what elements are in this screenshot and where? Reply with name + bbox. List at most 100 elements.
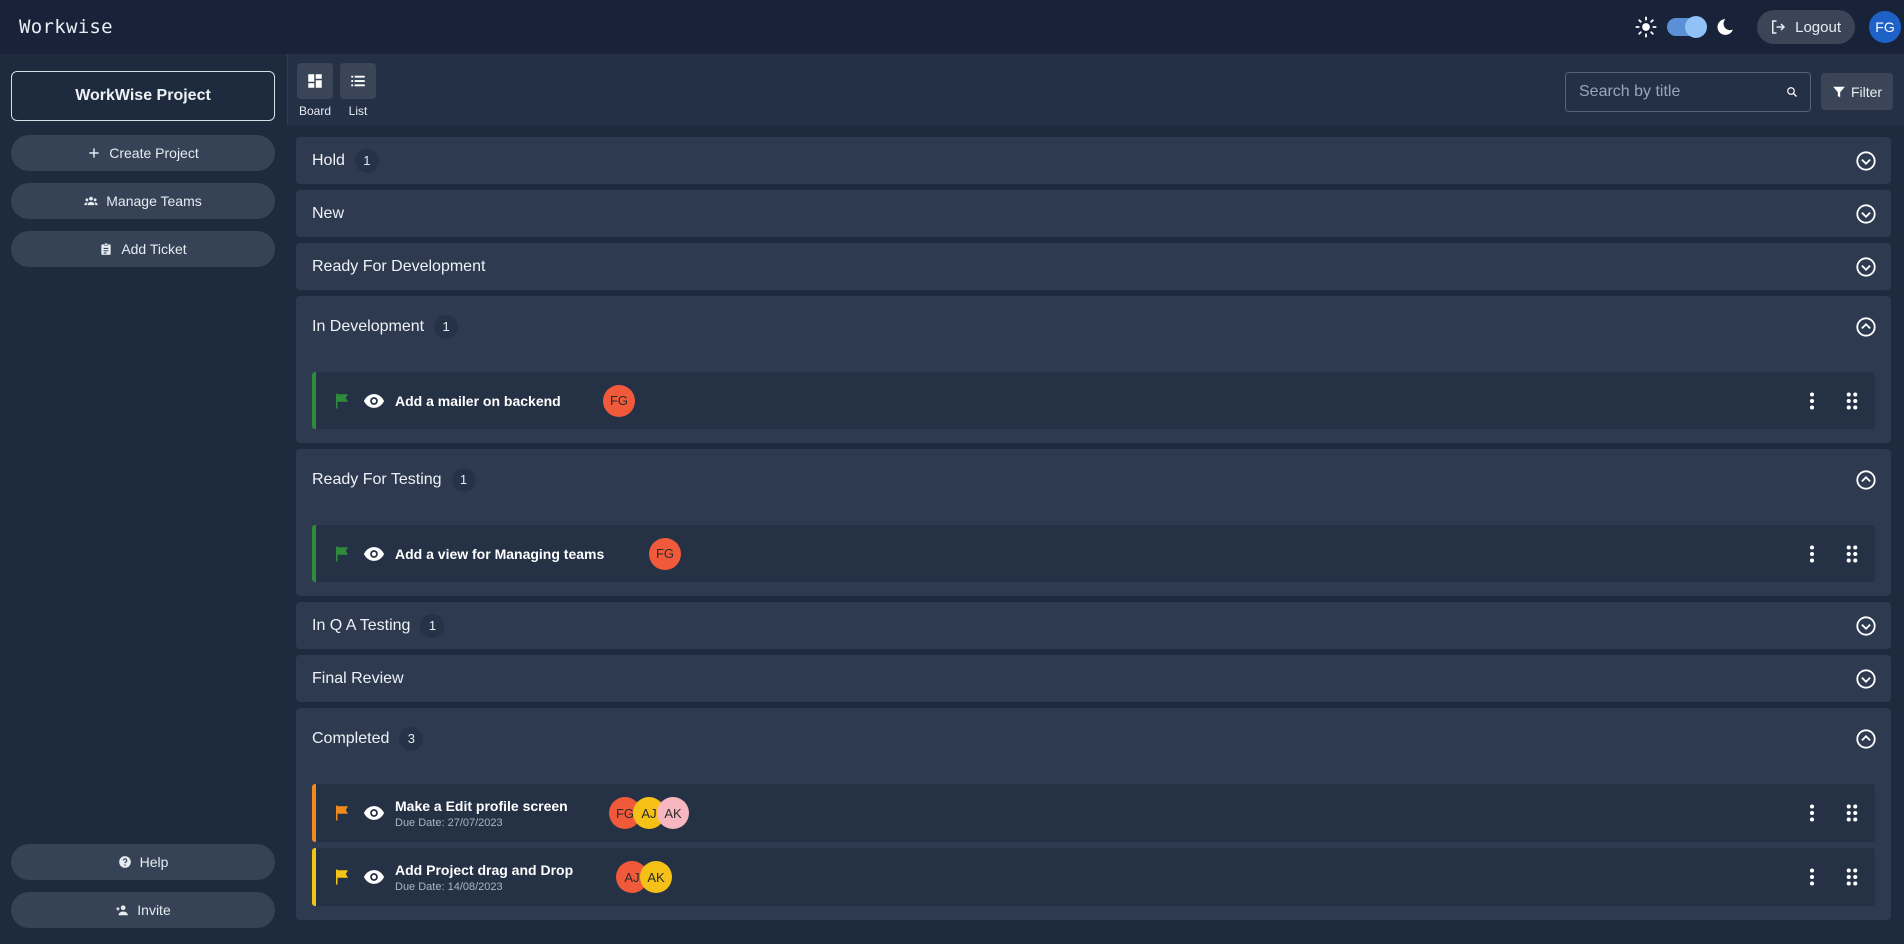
group-title: In Q A Testing [312, 616, 411, 634]
ticket-actions [1799, 541, 1865, 567]
group-title: Completed [312, 729, 390, 747]
priority-flag-icon [336, 393, 348, 408]
board-view-icon-box [297, 63, 333, 99]
collapse-chevron-icon[interactable] [1855, 469, 1877, 491]
assignee-avatar: FG [603, 384, 635, 417]
ticket-actions [1799, 388, 1865, 414]
help-icon [118, 856, 131, 868]
theme-toggle-knob [1685, 16, 1708, 38]
group-in-qa-testing: In Q A Testing 1 [296, 602, 1891, 649]
board-view-label: Board [298, 104, 332, 118]
ticket-card[interactable]: Make a Edit profile screen Due Date: 27/… [312, 784, 1875, 842]
project-selector-button[interactable]: WorkWise Project [11, 71, 275, 121]
ticket-card[interactable]: Add a mailer on backend FG [312, 372, 1875, 429]
group-count-badge: 1 [451, 467, 476, 492]
group-header-ready-for-development[interactable]: Ready For Development [296, 243, 1891, 290]
ticket-due-date: Due Date: 14/08/2023 [395, 880, 503, 893]
group-header-in-qa-testing[interactable]: In Q A Testing 1 [296, 602, 1891, 649]
assignee-avatar: FG [649, 537, 681, 570]
expand-chevron-icon[interactable] [1855, 256, 1877, 278]
group-title: Ready For Development [312, 257, 486, 275]
top-actions: Logout FG [1635, 0, 1904, 54]
ticket-text: Make a Edit profile screen Due Date: 27/… [395, 798, 568, 829]
user-avatar[interactable]: FG [1869, 11, 1901, 43]
eye-icon[interactable] [363, 802, 385, 824]
expand-chevron-icon[interactable] [1855, 203, 1877, 225]
group-header-hold[interactable]: Hold 1 [296, 137, 1891, 184]
group-new: New [296, 190, 1891, 237]
group-header-completed[interactable]: Completed 3 [296, 708, 1891, 769]
list-icon [351, 75, 365, 87]
group-completed: Completed 3 Make a Edit profile screen D… [296, 708, 1891, 920]
eye-icon[interactable] [363, 866, 385, 888]
group-ready-for-development: Ready For Development [296, 243, 1891, 290]
group-final-review: Final Review [296, 655, 1891, 702]
ticket-due-date: Due Date: 27/07/2023 [395, 816, 503, 829]
filter-button[interactable]: Filter [1821, 73, 1893, 110]
drag-handle-icon[interactable] [1839, 541, 1865, 567]
assignee-avatars: FG [649, 537, 681, 570]
expand-chevron-icon[interactable] [1855, 150, 1877, 172]
people-icon [84, 196, 98, 206]
search-icon[interactable] [1786, 82, 1798, 102]
group-header-ready-for-testing[interactable]: Ready For Testing 1 [296, 449, 1891, 510]
list-view-icon-box [340, 63, 376, 99]
ticket-text: Add Project drag and Drop Due Date: 14/0… [395, 862, 573, 893]
group-hold: Hold 1 [296, 137, 1891, 184]
priority-flag-icon [336, 546, 348, 561]
group-body: Add a mailer on backend FG [296, 357, 1891, 443]
manage-teams-button[interactable]: Manage Teams [11, 183, 275, 219]
group-header-final-review[interactable]: Final Review [296, 655, 1891, 702]
list-view-label: List [348, 104, 368, 118]
drag-handle-icon[interactable] [1839, 864, 1865, 890]
group-header-in-development[interactable]: In Development 1 [296, 296, 1891, 357]
manage-teams-label: Manage Teams [106, 193, 202, 209]
collapse-chevron-icon[interactable] [1855, 316, 1877, 338]
group-ready-for-testing: Ready For Testing 1 Add a view for Manag… [296, 449, 1891, 596]
theme-toggle[interactable] [1667, 16, 1708, 38]
expand-chevron-icon[interactable] [1855, 668, 1877, 690]
assignee-avatars: FG [603, 384, 635, 417]
filter-label: Filter [1850, 83, 1883, 100]
add-ticket-button[interactable]: Add Ticket [11, 231, 275, 267]
group-title: Hold [312, 151, 345, 169]
eye-icon[interactable] [363, 390, 385, 412]
ticket-title: Add a mailer on backend [395, 392, 561, 409]
list-view-button[interactable]: List [340, 63, 376, 118]
sidebar: WorkWise Project Create Project Manage T… [0, 54, 287, 944]
more-vert-icon[interactable] [1799, 388, 1825, 414]
eye-icon[interactable] [363, 543, 385, 565]
drag-handle-icon[interactable] [1839, 800, 1865, 826]
help-button[interactable]: Help [11, 844, 275, 880]
collapse-chevron-icon[interactable] [1855, 728, 1877, 750]
group-count-badge: 3 [399, 726, 424, 751]
group-body: Make a Edit profile screen Due Date: 27/… [296, 769, 1891, 920]
board-view-button[interactable]: Board [297, 63, 333, 118]
expand-chevron-icon[interactable] [1855, 615, 1877, 637]
ticket-card[interactable]: Add Project drag and Drop Due Date: 14/0… [312, 848, 1875, 906]
sun-icon[interactable] [1635, 16, 1657, 38]
dashboard-icon [308, 74, 322, 88]
drag-handle-icon[interactable] [1839, 388, 1865, 414]
clipboard-icon [101, 242, 111, 255]
group-body: Add a view for Managing teams FG [296, 510, 1891, 596]
group-title: Ready For Testing [312, 470, 442, 488]
group-header-new[interactable]: New [296, 190, 1891, 237]
more-vert-icon[interactable] [1799, 541, 1825, 567]
main-content: Board List Filter [287, 54, 1904, 944]
search-input[interactable] [1579, 83, 1786, 101]
top-app-bar: Workwise Logout FG [0, 0, 1904, 54]
logout-label: Logout [1795, 18, 1841, 36]
invite-button[interactable]: Invite [11, 892, 275, 928]
more-vert-icon[interactable] [1799, 864, 1825, 890]
ticket-title: Add Project drag and Drop [395, 861, 574, 878]
ticket-card[interactable]: Add a view for Managing teams FG [312, 525, 1875, 582]
group-title: Final Review [312, 669, 404, 687]
more-vert-icon[interactable] [1799, 800, 1825, 826]
group-count-badge: 1 [420, 613, 445, 638]
create-project-button[interactable]: Create Project [11, 135, 275, 171]
moon-icon[interactable] [1715, 17, 1735, 37]
assignee-avatars: AJ AK [616, 861, 672, 893]
ticket-text: Add a view for Managing teams [395, 546, 604, 562]
logout-button[interactable]: Logout [1757, 10, 1855, 44]
